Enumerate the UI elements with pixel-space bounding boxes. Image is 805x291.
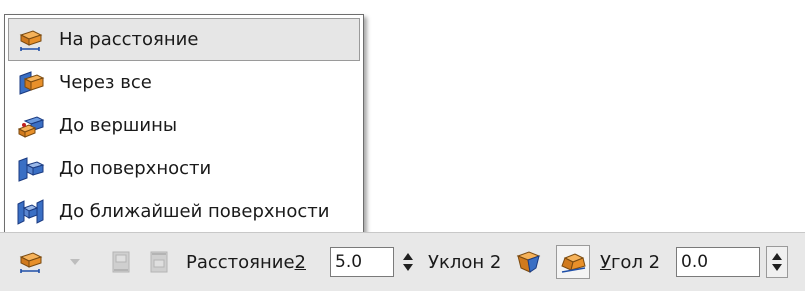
menu-item-to-nearest-surface[interactable]: До ближайшей поверхности — [8, 190, 360, 233]
distance-spinner[interactable] — [400, 247, 416, 277]
extrude-to-surface-icon — [18, 156, 45, 182]
menu-item-label: До ближайшей поверхности — [59, 201, 330, 222]
angle-spinner[interactable] — [766, 246, 788, 278]
method-button[interactable] — [14, 245, 48, 279]
method-dropdown-button[interactable] — [64, 245, 86, 279]
extrude-to-nearest-surface-icon — [17, 198, 44, 225]
properties-toolbar: Расстояние 2 Уклон 2 Угол 2 — [0, 232, 805, 291]
extrude-distance-icon — [19, 252, 43, 273]
dropdown-arrow-icon — [70, 259, 80, 265]
slope-outward-icon — [561, 253, 586, 273]
spin-up-icon[interactable] — [772, 253, 782, 260]
spin-down-icon[interactable] — [403, 264, 413, 271]
spin-up-icon[interactable] — [403, 253, 413, 260]
menu-item-label: Через все — [59, 72, 152, 93]
menu-item-label: На расстояние — [59, 29, 199, 50]
direction-forward-button[interactable] — [104, 245, 138, 279]
angle-label: Угол 2 — [600, 251, 661, 273]
extrude-distance-icon — [19, 29, 43, 51]
distance-label: Расстояние 2 — [186, 251, 306, 273]
slope-outward-button[interactable] — [556, 245, 590, 279]
menu-item-to-surface[interactable]: До поверхности — [8, 147, 360, 190]
direction-forward-icon — [112, 251, 130, 273]
angle-input[interactable] — [676, 247, 760, 277]
slope-label: Уклон 2 — [428, 251, 502, 273]
menu-item-label: До вершины — [59, 115, 178, 136]
slope-inward-button[interactable] — [512, 245, 546, 279]
menu-item-to-vertex[interactable]: До вершины — [8, 104, 360, 147]
distance-input[interactable] — [330, 247, 394, 277]
slope-inward-icon — [516, 251, 541, 273]
menu-item-through-all[interactable]: Через все — [8, 61, 360, 104]
direction-reverse-button[interactable] — [142, 245, 176, 279]
menu-item-distance[interactable]: На расстояние — [8, 18, 360, 61]
direction-reverse-icon — [150, 251, 168, 273]
spin-down-icon[interactable] — [772, 264, 782, 271]
extrusion-method-menu: На расстояние Через все До вершины До по… — [4, 14, 364, 236]
extrude-to-vertex-icon — [17, 115, 45, 138]
menu-item-label: До поверхности — [59, 158, 212, 179]
extrude-through-all-icon — [19, 70, 45, 95]
